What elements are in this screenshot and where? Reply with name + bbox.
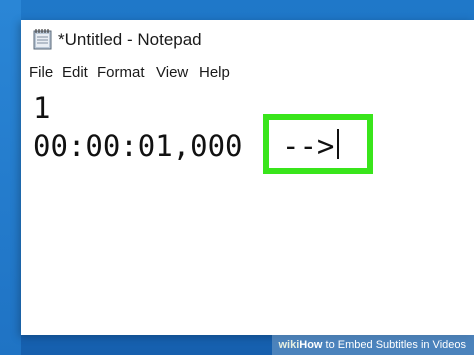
text-cursor xyxy=(337,129,339,159)
editor-line-2: 00:00:01,000 xyxy=(33,129,243,163)
arrow-text: --> xyxy=(282,129,335,163)
watermark-brand-wiki: wiki xyxy=(278,339,300,351)
menu-edit[interactable]: Edit xyxy=(60,64,90,81)
menu-help[interactable]: Help xyxy=(197,64,232,81)
text-editor[interactable]: 1 00:00:01,000 --> xyxy=(21,86,474,335)
menu-format[interactable]: Format xyxy=(95,64,147,81)
desktop-background xyxy=(0,0,21,355)
editor-line-1: 1 xyxy=(33,91,51,125)
watermark: wikiHow to Embed Subtitles in Videos xyxy=(272,335,474,355)
watermark-brand-how: How xyxy=(299,339,323,351)
menu-bar: File Edit Format View Help xyxy=(21,60,474,86)
menu-file[interactable]: File xyxy=(27,64,55,81)
title-bar: *Untitled - Notepad xyxy=(21,20,474,60)
window-title: *Untitled - Notepad xyxy=(58,30,202,49)
watermark-text: to Embed Subtitles in Videos xyxy=(322,339,466,351)
menu-view[interactable]: View xyxy=(154,64,190,81)
notepad-window: *Untitled - Notepad File Edit Format Vie… xyxy=(21,20,474,335)
notepad-icon xyxy=(33,28,53,50)
